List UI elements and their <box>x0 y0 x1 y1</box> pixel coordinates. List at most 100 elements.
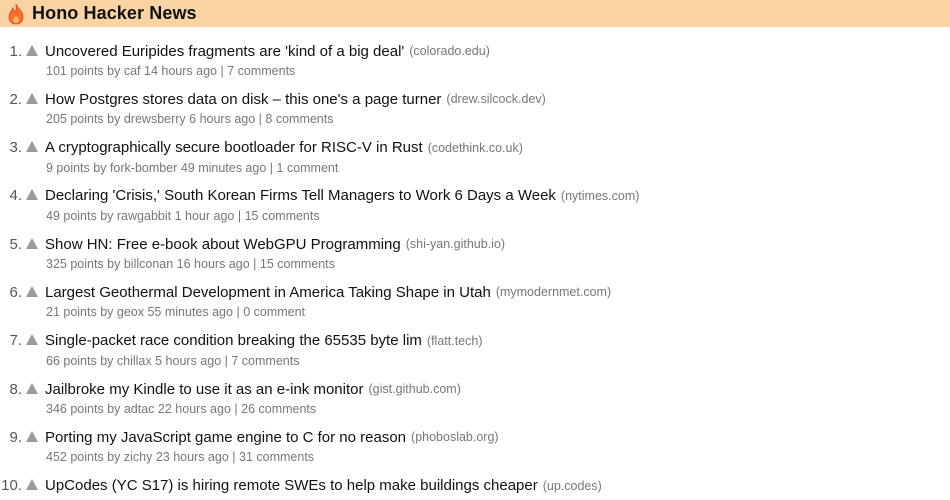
story-title-link[interactable]: Jailbroke my Kindle to use it as an e-in… <box>45 381 363 398</box>
story-meta: 101 points by caf 14 hours ago | 7 comme… <box>0 62 950 80</box>
story-list: 1. Uncovered Euripides fragments are 'kin… <box>0 41 950 500</box>
story-comments-link[interactable]: 8 comments <box>265 112 333 126</box>
story-rank: 7. <box>9 332 22 350</box>
story-comments-link[interactable]: 7 comments <box>227 64 295 78</box>
story-author[interactable]: by drewsberry <box>107 112 186 126</box>
story-author[interactable]: by geox <box>100 305 144 319</box>
upvote-arrow-icon[interactable] <box>26 92 38 104</box>
story-item: 9. Porting my JavaScript game engine to C… <box>0 427 950 475</box>
story-author[interactable]: by zichy <box>107 450 152 464</box>
story-comments-link[interactable]: 0 comment <box>243 305 305 319</box>
story-author[interactable]: by rawgabbit <box>100 209 171 223</box>
story-domain[interactable]: (phoboslab.org) <box>411 430 499 444</box>
upvote-arrow-icon[interactable] <box>26 189 38 201</box>
story-title-link[interactable]: Porting my JavaScript game engine to C f… <box>45 429 406 446</box>
story-title-row: 1. Uncovered Euripides fragments are 'kin… <box>0 41 950 61</box>
upvote-arrow-icon[interactable] <box>26 382 38 394</box>
story-time: 14 hours ago <box>144 64 217 78</box>
story-rank: 8. <box>9 380 22 398</box>
story-title-row: 10. UpCodes (YC S17) is hiring remote SWE… <box>0 476 950 496</box>
story-author[interactable]: by billconan <box>107 257 173 271</box>
story-meta: 205 points by drewsberry 6 hours ago | 8… <box>0 110 950 128</box>
story-meta: 49 points by rawgabbit 1 hour ago | 15 c… <box>0 207 950 225</box>
story-author[interactable]: by adtac <box>107 402 154 416</box>
story-meta: 66 points by chillax 5 hours ago | 7 com… <box>0 352 950 370</box>
story-comments-link[interactable]: 1 comment <box>277 161 339 175</box>
story-domain[interactable]: (flatt.tech) <box>427 334 483 348</box>
story-comments-link[interactable]: 15 comments <box>260 257 335 271</box>
story-comments-link[interactable]: 26 comments <box>241 402 316 416</box>
story-domain[interactable]: (mymodernmet.com) <box>496 285 611 299</box>
story-domain[interactable]: (codethink.co.uk) <box>428 141 523 155</box>
meta-separator: | <box>237 208 242 223</box>
story-item: 8. Jailbroke my Kindle to use it as an e-… <box>0 379 950 427</box>
story-title-row: 4. Declaring 'Crisis,' South Korean Firms… <box>0 186 950 206</box>
story-rank: 9. <box>9 428 22 446</box>
story-time: 49 minutes ago <box>180 160 267 175</box>
upvote-arrow-icon[interactable] <box>26 141 38 153</box>
story-score: 101 points <box>46 64 104 78</box>
story-time: 1 hour ago <box>174 208 235 223</box>
story-item: 10. UpCodes (YC S17) is hiring remote SWE… <box>0 476 950 500</box>
story-title-link[interactable]: Show HN: Free e-book about WebGPU Progra… <box>45 236 401 253</box>
upvote-arrow-icon[interactable] <box>26 285 38 297</box>
story-author[interactable]: by chillax <box>100 354 151 368</box>
meta-separator: | <box>232 450 236 465</box>
story-time: 16 hours ago <box>176 257 250 272</box>
story-meta: 21 points by geox 55 minutes ago | 0 com… <box>0 303 950 321</box>
story-domain[interactable]: (up.codes) <box>543 479 602 493</box>
story-domain[interactable]: (colorado.edu) <box>409 44 490 58</box>
meta-separator: | <box>220 64 224 78</box>
story-rank: 10. <box>1 477 22 495</box>
upvote-arrow-icon[interactable] <box>26 479 38 491</box>
story-title-link[interactable]: Uncovered Euripides fragments are 'kind … <box>45 43 404 60</box>
story-author[interactable]: by fork-bomber <box>93 161 177 175</box>
story-title-link[interactable]: Single-packet race condition breaking th… <box>45 332 422 349</box>
story-time: 6 hours ago <box>189 112 256 127</box>
story-score: 49 points <box>46 208 97 223</box>
upvote-arrow-icon[interactable] <box>26 430 38 442</box>
story-title-link[interactable]: How Postgres stores data on disk – this … <box>45 91 441 108</box>
story-rank: 3. <box>9 139 22 157</box>
story-domain[interactable]: (shi-yan.github.io) <box>406 237 505 251</box>
story-title-link[interactable]: A cryptographically secure bootloader fo… <box>45 139 423 156</box>
upvote-arrow-icon[interactable] <box>26 334 38 346</box>
story-rank: 6. <box>9 283 22 301</box>
story-domain[interactable]: (drew.silcock.dev) <box>446 92 545 106</box>
story-title-row: 2. How Postgres stores data on disk – thi… <box>0 89 950 109</box>
story-rank: 5. <box>9 235 22 253</box>
story-comments-link[interactable]: 7 comments <box>231 354 299 368</box>
story-time: 22 hours ago <box>157 402 231 417</box>
story-title-link[interactable]: Declaring 'Crisis,' South Korean Firms T… <box>45 187 556 204</box>
story-score: 9 points <box>46 160 90 175</box>
story-rank: 4. <box>9 187 22 205</box>
story-time: 5 hours ago <box>155 353 222 368</box>
story-item: 3. A cryptographically secure bootloader … <box>0 138 950 186</box>
story-score: 21 points <box>46 305 97 320</box>
story-domain[interactable]: (gist.github.com) <box>368 382 460 396</box>
story-domain[interactable]: (nytimes.com) <box>561 189 639 203</box>
story-title-link[interactable]: Largest Geothermal Development in Americ… <box>45 284 491 301</box>
story-author[interactable]: by caf <box>107 64 140 78</box>
story-item: 4. Declaring 'Crisis,' South Korean Firms… <box>0 186 950 234</box>
story-title-row: 8. Jailbroke my Kindle to use it as an e-… <box>0 379 950 399</box>
meta-separator: | <box>234 402 238 417</box>
upvote-arrow-icon[interactable] <box>26 237 38 249</box>
story-title-link[interactable]: UpCodes (YC S17) is hiring remote SWEs t… <box>45 477 538 494</box>
story-rank: 1. <box>9 42 22 60</box>
story-title-row: 5. Show HN: Free e-book about WebGPU Prog… <box>0 234 950 254</box>
upvote-arrow-icon[interactable] <box>26 44 38 56</box>
meta-separator: | <box>253 257 257 272</box>
meta-separator: | <box>236 305 240 320</box>
story-title-row: 6. Largest Geothermal Development in Amer… <box>0 282 950 302</box>
app-title[interactable]: Hono Hacker News <box>32 3 197 24</box>
story-comments-link[interactable]: 31 comments <box>239 450 314 464</box>
story-item: 1. Uncovered Euripides fragments are 'kin… <box>0 41 950 89</box>
meta-separator: | <box>269 160 274 175</box>
story-comments-link[interactable]: 15 comments <box>245 209 320 223</box>
app-header: Hono Hacker News <box>0 0 950 27</box>
flame-icon[interactable] <box>6 3 26 25</box>
story-meta: 9 points by fork-bomber 49 minutes ago |… <box>0 159 950 177</box>
meta-separator: | <box>258 112 262 127</box>
story-title-row: 9. Porting my JavaScript game engine to C… <box>0 427 950 447</box>
